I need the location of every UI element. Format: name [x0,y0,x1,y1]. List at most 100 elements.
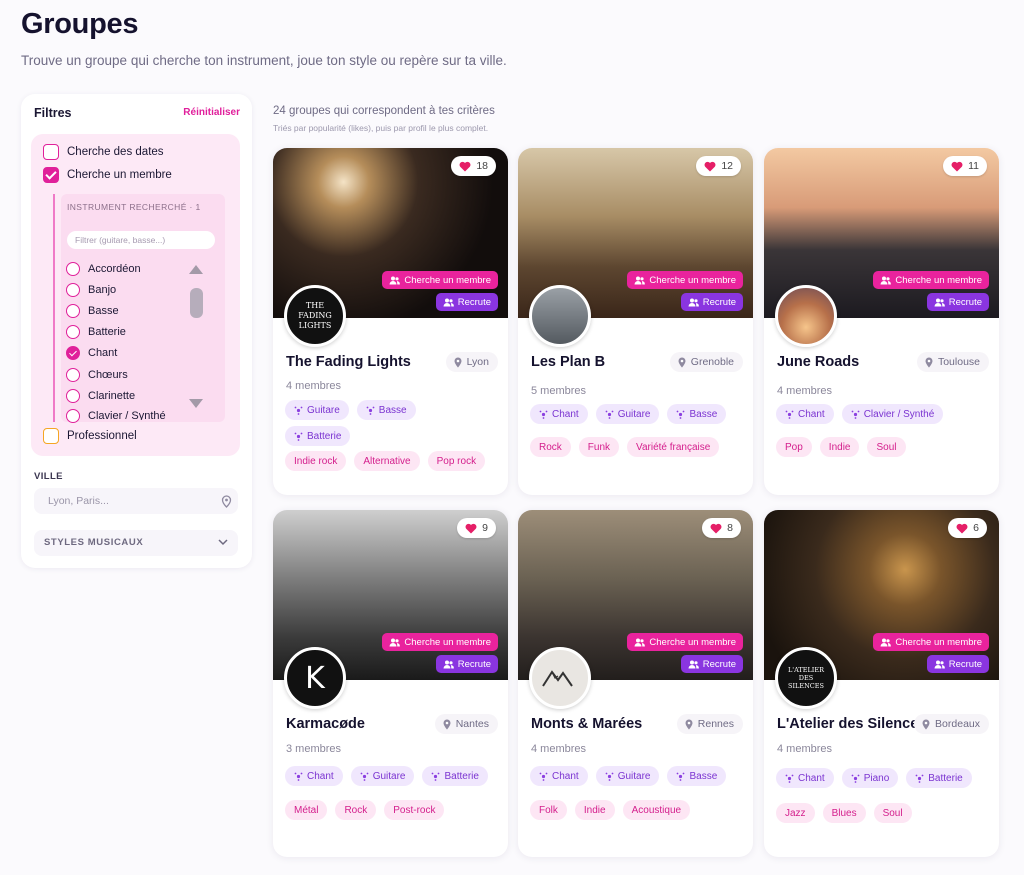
users-icon [443,298,454,306]
instrument-option-label[interactable]: Accordéon [88,263,141,275]
recrute-badge: Recrute [680,293,743,311]
style-chip: Post-rock [384,800,445,820]
likes-badge[interactable]: 8 [702,518,741,538]
cherche-label: Cherche un membre [895,636,982,648]
likes-badge[interactable]: 12 [696,156,741,176]
likes-badge[interactable]: 6 [948,518,987,538]
filters-panel: Filtres Réinitialiser Cherche des dates … [21,94,252,568]
group-name[interactable]: June Roads [777,354,859,370]
city-badge: Nantes [434,714,498,734]
recrute-badge: Recrute [435,655,498,673]
instrument-option-radio[interactable] [66,368,80,382]
instrument-option-radio[interactable] [66,325,80,339]
group-name[interactable]: The Fading Lights [286,354,411,370]
ville-input[interactable]: Lyon, Paris... [34,488,238,514]
heart-icon [956,523,968,533]
instrument-option-radio[interactable] [66,346,80,360]
instrument-chip-label: Chant [798,772,825,784]
likes-count: 9 [482,522,488,534]
style-chip: Indie [819,437,860,457]
group-name[interactable]: L'Atelier des Silences [777,716,926,732]
instrument-option-label[interactable]: Chœurs [88,369,128,381]
likes-count: 8 [727,522,733,534]
instrument-chip: Batterie [422,766,488,786]
scroll-up-arrow[interactable] [189,265,203,274]
reset-filters-link[interactable]: Réinitialiser [183,107,240,118]
members-count: 4 membres [531,743,587,755]
instrument-chip-label: Basse [689,770,718,782]
instrument-option-label[interactable]: Chant [88,347,117,359]
members-count: 4 membres [286,380,342,392]
recrute-badge: Recrute [435,293,498,311]
likes-badge[interactable]: 18 [451,156,496,176]
instrument-chip: Guitare [285,400,349,420]
instrument-option-radio[interactable] [66,283,80,297]
location-pin-icon [454,357,462,367]
instrument-icon [539,410,548,419]
checkbox-cherche-membre[interactable] [43,167,59,183]
members-count: 5 membres [531,385,587,397]
heart-icon [704,161,716,171]
group-card[interactable]: 8 Cherche un membre Recrute Monts & Marées R… [518,510,753,857]
cherche-membre-badge: Cherche un membre [382,633,498,651]
style-chip: Rock [530,437,571,457]
instrument-filter-input[interactable]: Filtrer (guitare, basse...) [67,231,215,249]
instrument-chips: Chant Piano Batterie [776,768,991,788]
instrument-option-label[interactable]: Batterie [88,326,126,338]
city-badge: Toulouse [916,352,989,372]
style-chip: Métal [285,800,328,820]
style-chip: Funk [578,437,620,457]
instrument-option-radio[interactable] [66,409,80,423]
style-chips: Métal Rock Post-rock [285,800,500,820]
instrument-option-radio[interactable] [66,304,80,318]
likes-badge[interactable]: 11 [943,156,987,176]
location-pin-icon [685,719,693,729]
instrument-option-radio[interactable] [66,262,80,276]
instrument-option-label[interactable]: Basse [88,305,119,317]
styles-musicaux-dropdown[interactable]: STYLES MUSICAUX [34,530,238,556]
style-chip: Pop rock [427,451,486,471]
instrument-chip: Chant [530,766,588,786]
users-icon [389,638,401,646]
group-name[interactable]: Monts & Marées [531,716,642,732]
users-icon [634,638,646,646]
instrument-chip: Chant [285,766,343,786]
instrument-option-label[interactable]: Clarinette [88,390,135,402]
instrument-icon [294,772,303,781]
instrument-chips: Chant Guitare Basse [530,766,745,786]
likes-badge[interactable]: 9 [457,518,496,538]
city-badge: Lyon [445,352,498,372]
heart-icon [710,523,722,533]
style-chip: Jazz [776,803,815,823]
instrument-chip: Piano [841,768,899,788]
city-badge: Grenoble [669,352,743,372]
instrument-option-radio[interactable] [66,389,80,403]
group-card[interactable]: 12 Cherche un membre Recrute Les Plan B Gren… [518,148,753,495]
group-name[interactable]: Les Plan B [531,354,605,370]
style-chip: Folk [530,800,567,820]
style-chip: Alternative [354,451,420,471]
instrument-chips: Guitare Basse Batterie [285,400,435,446]
group-card[interactable]: 18 Cherche un membre Recrute THE FADING LIG… [273,148,508,495]
cherche-label: Cherche un membre [404,274,491,286]
group-card[interactable]: 11 Cherche un membre Recrute June Roads Toul… [764,148,999,495]
group-name[interactable]: Karmacøde [286,716,365,732]
checkbox-cherche-dates[interactable] [43,144,59,160]
instrument-chip-label: Basse [689,408,718,420]
recrute-label: Recrute [702,658,736,670]
instrument-option-label[interactable]: Banjo [88,284,116,296]
group-card[interactable]: 6 Cherche un membre Recrute L'ATELIER DES S… [764,510,999,857]
scrollbar-thumb[interactable] [190,288,203,318]
cherche-label: Cherche un membre [649,274,736,286]
cherche-membre-badge: Cherche un membre [873,633,989,651]
group-avatar: L'ATELIER DES SILENCES [775,647,837,709]
instrument-option-label[interactable]: Clavier / Synthé [88,410,166,420]
instrument-chip: Batterie [285,426,351,446]
instrument-chip: Guitare [595,404,660,424]
checkbox-professionnel[interactable] [43,428,59,444]
group-card[interactable]: 9 Cherche un membre Recrute K Karmacøde Nante… [273,510,508,857]
instrument-chip-label: Chant [798,408,825,420]
city-badge: Rennes [676,714,743,734]
scroll-down-arrow[interactable] [189,399,203,408]
page-title: Groupes [21,8,139,40]
